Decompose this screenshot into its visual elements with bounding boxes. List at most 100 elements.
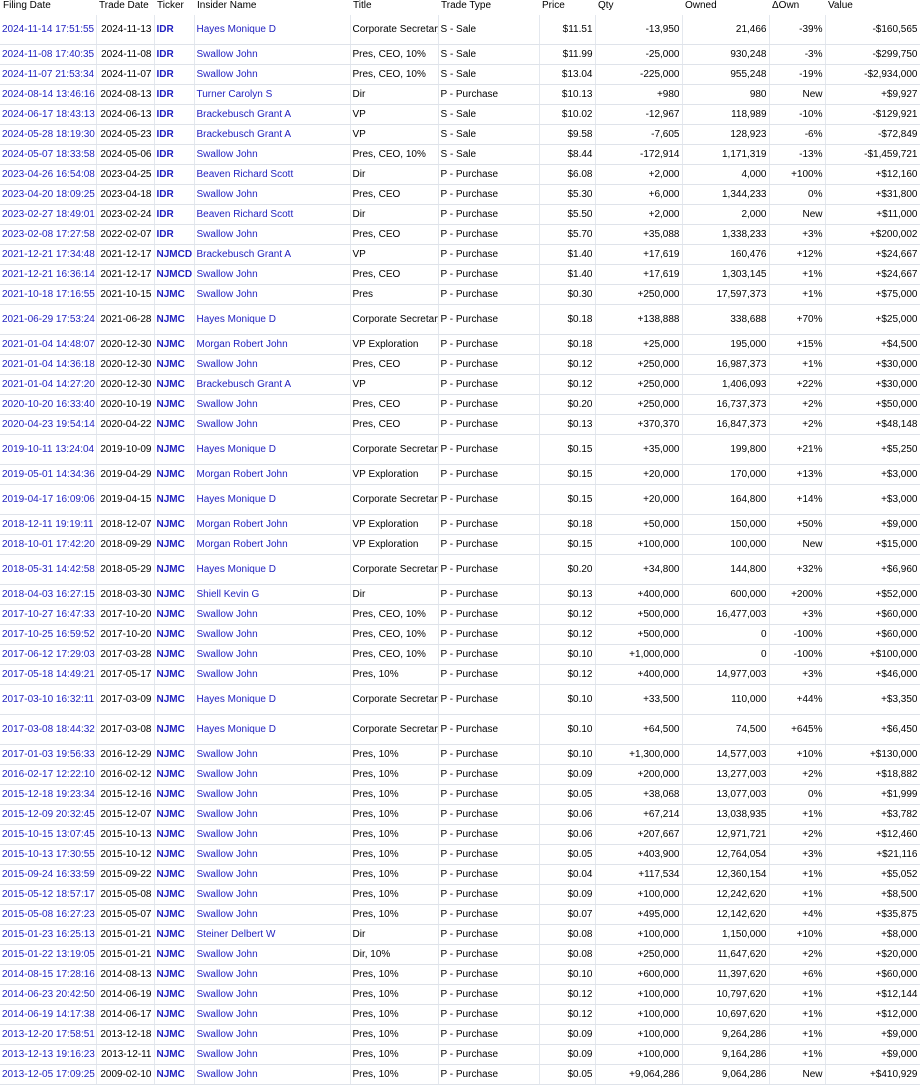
insider-name-link[interactable]: Morgan Robert John bbox=[194, 334, 351, 355]
column-header-owned[interactable]: Owned bbox=[682, 0, 769, 15]
ticker-link[interactable]: NJMC bbox=[154, 864, 195, 885]
ticker-link[interactable]: NJMC bbox=[154, 534, 195, 555]
ticker-link[interactable]: NJMC bbox=[154, 1044, 195, 1065]
ticker-link[interactable]: NJMC bbox=[154, 884, 195, 905]
insider-name-link[interactable]: Swallow John bbox=[194, 884, 351, 905]
ticker-link[interactable]: NJMC bbox=[154, 764, 195, 785]
ticker-link[interactable]: NJMC bbox=[154, 824, 195, 845]
filing-date-link[interactable]: 2020-04-23 19:54:14 bbox=[0, 414, 97, 435]
ticker-link[interactable]: IDR bbox=[154, 104, 195, 125]
ticker-link[interactable]: IDR bbox=[154, 164, 195, 185]
insider-name-link[interactable]: Hayes Monique D bbox=[194, 434, 351, 465]
insider-name-link[interactable]: Swallow John bbox=[194, 1024, 351, 1045]
ticker-link[interactable]: NJMC bbox=[154, 354, 195, 375]
filing-date-link[interactable]: 2017-10-25 16:59:52 bbox=[0, 624, 97, 645]
ticker-link[interactable]: NJMC bbox=[154, 434, 195, 465]
insider-name-link[interactable]: Swallow John bbox=[194, 64, 351, 85]
ticker-link[interactable]: NJMC bbox=[154, 944, 195, 965]
filing-date-link[interactable]: 2014-08-15 17:28:16 bbox=[0, 964, 97, 985]
insider-name-link[interactable]: Swallow John bbox=[194, 644, 351, 665]
ticker-link[interactable]: NJMC bbox=[154, 664, 195, 685]
ticker-link[interactable]: NJMC bbox=[154, 844, 195, 865]
insider-name-link[interactable]: Steiner Delbert W bbox=[194, 924, 351, 945]
ticker-link[interactable]: IDR bbox=[154, 184, 195, 205]
column-header-trade-type[interactable]: Trade Type bbox=[438, 0, 539, 15]
insider-name-link[interactable]: Swallow John bbox=[194, 1004, 351, 1025]
column-header-insider-name[interactable]: Insider Name bbox=[194, 0, 350, 15]
column-header-trade-date[interactable]: Trade Date bbox=[96, 0, 154, 15]
ticker-link[interactable]: NJMC bbox=[154, 714, 195, 745]
filing-date-link[interactable]: 2021-12-21 17:34:48 bbox=[0, 244, 97, 265]
insider-name-link[interactable]: Hayes Monique D bbox=[194, 684, 351, 715]
filing-date-link[interactable]: 2018-10-01 17:42:20 bbox=[0, 534, 97, 555]
filing-date-link[interactable]: 2018-12-11 19:19:11 bbox=[0, 514, 97, 535]
filing-date-link[interactable]: 2024-05-07 18:33:58 bbox=[0, 144, 97, 165]
insider-name-link[interactable]: Shiell Kevin G bbox=[194, 584, 351, 605]
filing-date-link[interactable]: 2018-04-03 16:27:15 bbox=[0, 584, 97, 605]
ticker-link[interactable]: NJMCD bbox=[154, 264, 195, 285]
ticker-link[interactable]: NJMC bbox=[154, 414, 195, 435]
filing-date-link[interactable]: 2017-06-12 17:29:03 bbox=[0, 644, 97, 665]
insider-name-link[interactable]: Swallow John bbox=[194, 414, 351, 435]
ticker-link[interactable]: NJMC bbox=[154, 394, 195, 415]
ticker-link[interactable]: NJMC bbox=[154, 964, 195, 985]
insider-name-link[interactable]: Brackebusch Grant A bbox=[194, 104, 351, 125]
insider-name-link[interactable]: Swallow John bbox=[194, 224, 351, 245]
insider-name-link[interactable]: Beaven Richard Scott bbox=[194, 204, 351, 225]
column-header-delta-own[interactable]: ΔOwn bbox=[769, 0, 825, 15]
ticker-link[interactable]: NJMC bbox=[154, 644, 195, 665]
filing-date-link[interactable]: 2021-01-04 14:27:20 bbox=[0, 374, 97, 395]
ticker-link[interactable]: NJMC bbox=[154, 464, 195, 485]
insider-name-link[interactable]: Swallow John bbox=[194, 944, 351, 965]
filing-date-link[interactable]: 2015-01-23 16:25:13 bbox=[0, 924, 97, 945]
filing-date-link[interactable]: 2017-03-08 18:44:32 bbox=[0, 714, 97, 745]
ticker-link[interactable]: IDR bbox=[154, 204, 195, 225]
insider-name-link[interactable]: Swallow John bbox=[194, 864, 351, 885]
insider-name-link[interactable]: Morgan Robert John bbox=[194, 514, 351, 535]
filing-date-link[interactable]: 2015-10-13 17:30:55 bbox=[0, 844, 97, 865]
filing-date-link[interactable]: 2019-04-17 16:09:06 bbox=[0, 484, 97, 515]
filing-date-link[interactable]: 2024-11-14 17:51:55 bbox=[0, 14, 97, 45]
filing-date-link[interactable]: 2020-10-20 16:33:40 bbox=[0, 394, 97, 415]
filing-date-link[interactable]: 2015-05-08 16:27:23 bbox=[0, 904, 97, 925]
insider-name-link[interactable]: Hayes Monique D bbox=[194, 484, 351, 515]
insider-name-link[interactable]: Swallow John bbox=[194, 804, 351, 825]
ticker-link[interactable]: IDR bbox=[154, 224, 195, 245]
insider-name-link[interactable]: Morgan Robert John bbox=[194, 464, 351, 485]
ticker-link[interactable]: NJMC bbox=[154, 1004, 195, 1025]
filing-date-link[interactable]: 2023-02-08 17:27:58 bbox=[0, 224, 97, 245]
ticker-link[interactable]: IDR bbox=[154, 144, 195, 165]
filing-date-link[interactable]: 2023-04-20 18:09:25 bbox=[0, 184, 97, 205]
filing-date-link[interactable]: 2021-12-21 16:36:14 bbox=[0, 264, 97, 285]
filing-date-link[interactable]: 2023-02-27 18:49:01 bbox=[0, 204, 97, 225]
ticker-link[interactable]: NJMC bbox=[154, 624, 195, 645]
filing-date-link[interactable]: 2024-08-14 13:46:16 bbox=[0, 84, 97, 105]
filing-date-link[interactable]: 2013-12-20 17:58:51 bbox=[0, 1024, 97, 1045]
ticker-link[interactable]: NJMC bbox=[154, 284, 195, 305]
insider-name-link[interactable]: Swallow John bbox=[194, 744, 351, 765]
ticker-link[interactable]: IDR bbox=[154, 64, 195, 85]
insider-name-link[interactable]: Hayes Monique D bbox=[194, 304, 351, 335]
insider-name-link[interactable]: Swallow John bbox=[194, 764, 351, 785]
column-header-ticker[interactable]: Ticker bbox=[154, 0, 194, 15]
filing-date-link[interactable]: 2024-05-28 18:19:30 bbox=[0, 124, 97, 145]
ticker-link[interactable]: NJMC bbox=[154, 604, 195, 625]
column-header-title[interactable]: Title bbox=[350, 0, 438, 15]
filing-date-link[interactable]: 2023-04-26 16:54:08 bbox=[0, 164, 97, 185]
ticker-link[interactable]: NJMC bbox=[154, 804, 195, 825]
ticker-link[interactable]: IDR bbox=[154, 44, 195, 65]
filing-date-link[interactable]: 2024-11-08 17:40:35 bbox=[0, 44, 97, 65]
filing-date-link[interactable]: 2014-06-19 14:17:38 bbox=[0, 1004, 97, 1025]
ticker-link[interactable]: NJMC bbox=[154, 904, 195, 925]
ticker-link[interactable]: NJMC bbox=[154, 304, 195, 335]
ticker-link[interactable]: IDR bbox=[154, 124, 195, 145]
filing-date-link[interactable]: 2017-05-18 14:49:21 bbox=[0, 664, 97, 685]
ticker-link[interactable]: NJMC bbox=[154, 484, 195, 515]
filing-date-link[interactable]: 2021-01-04 14:48:07 bbox=[0, 334, 97, 355]
insider-name-link[interactable]: Swallow John bbox=[194, 264, 351, 285]
ticker-link[interactable]: IDR bbox=[154, 14, 195, 45]
insider-name-link[interactable]: Swallow John bbox=[194, 394, 351, 415]
filing-date-link[interactable]: 2015-01-22 13:19:05 bbox=[0, 944, 97, 965]
ticker-link[interactable]: NJMC bbox=[154, 744, 195, 765]
ticker-link[interactable]: NJMC bbox=[154, 584, 195, 605]
